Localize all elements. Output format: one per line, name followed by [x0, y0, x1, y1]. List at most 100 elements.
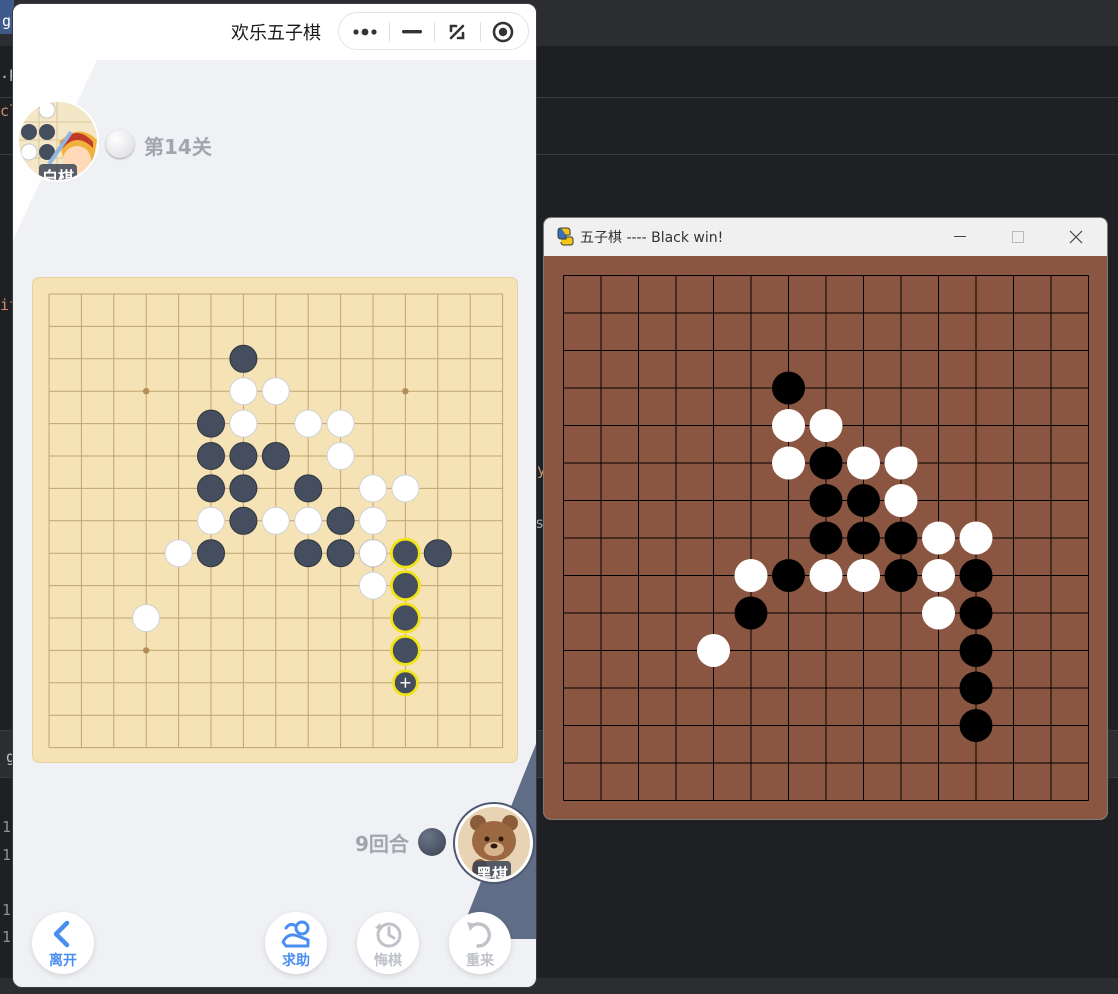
black-stone	[809, 484, 843, 517]
black-stone	[772, 559, 805, 592]
black-stone	[959, 671, 993, 705]
pygame-board-canvas[interactable]	[544, 256, 1107, 819]
white-stone	[359, 571, 387, 600]
gomoku-miniprogram-window: 欢乐五子棋 白棋 第14关 9回合 黑棋 离开 求助 悔棋 重来	[13, 4, 536, 987]
star-point	[402, 388, 409, 395]
miniprogram-header: 欢乐五子棋	[13, 4, 536, 60]
white-stone	[809, 409, 843, 442]
undo-icon	[375, 922, 402, 948]
pygame-gomoku-window: 五子棋 ---- Black win!	[544, 218, 1107, 819]
white-stone	[772, 446, 805, 480]
white-stone	[847, 559, 880, 592]
black-stone	[229, 474, 258, 503]
black-stone	[197, 474, 225, 503]
black-stone	[294, 539, 323, 568]
white-stone	[959, 521, 993, 555]
black-stone	[326, 539, 355, 568]
white-stone	[294, 506, 323, 535]
white-stone	[884, 484, 918, 517]
restart-label: 重来	[466, 953, 494, 969]
white-stone	[922, 559, 955, 592]
white-stone	[922, 521, 955, 555]
page-title: 欢乐五子棋	[231, 23, 321, 44]
white-stone	[772, 409, 805, 442]
black-stone	[197, 539, 225, 568]
game-board-frame	[33, 278, 517, 762]
gomoku-board[interactable]	[33, 278, 517, 762]
black-stone	[229, 344, 258, 373]
more-icon[interactable]	[347, 17, 383, 47]
editor-code-fragment: s	[535, 514, 545, 532]
star-point	[143, 647, 150, 654]
maximize-icon[interactable]	[995, 222, 1041, 252]
restart-button[interactable]: 重来	[449, 912, 511, 974]
white-player-label: 白棋	[39, 164, 78, 180]
white-stone	[326, 409, 355, 438]
black-stone	[197, 442, 225, 470]
help-label: 求助	[282, 953, 310, 969]
leave-button[interactable]: 离开	[32, 912, 94, 974]
white-stone	[197, 506, 225, 535]
white-stone	[734, 559, 768, 592]
white-stone	[261, 377, 290, 406]
white-stone	[359, 474, 387, 503]
pygame-snake-icon	[557, 227, 574, 246]
minimize-icon[interactable]	[394, 17, 430, 47]
white-stone	[847, 446, 880, 480]
star-point	[143, 388, 150, 395]
black-stone	[809, 521, 843, 555]
black-stone	[326, 506, 355, 535]
black-stone	[847, 521, 880, 555]
white-stone	[697, 634, 730, 667]
white-stone	[922, 596, 955, 630]
white-stone	[294, 409, 323, 438]
restart-icon	[467, 922, 491, 948]
white-player-avatar: 白棋	[17, 100, 99, 182]
black-stone	[809, 446, 843, 480]
level-label: 第14关	[144, 135, 212, 159]
pygame-gomoku-board[interactable]	[544, 256, 1107, 819]
white-stone	[359, 506, 387, 535]
black-stone	[847, 484, 880, 517]
black-player-avatar: 黑棋	[455, 804, 533, 882]
black-stone	[197, 409, 225, 438]
close-icon[interactable]	[1053, 222, 1099, 252]
black-stone	[959, 709, 993, 742]
help-button[interactable]: 求助	[265, 912, 327, 974]
black-stone	[734, 596, 768, 630]
close-record-icon[interactable]	[485, 17, 521, 47]
minimize-icon[interactable]	[937, 222, 983, 252]
black-player-label: 黑棋	[473, 861, 512, 879]
black-stone	[229, 442, 258, 470]
help-hand-icon	[281, 920, 310, 948]
editor-line-number: 1	[2, 818, 12, 836]
leave-label: 离开	[49, 953, 77, 969]
white-stone	[261, 506, 290, 535]
black-stone	[884, 521, 918, 555]
chevron-left-icon	[53, 920, 70, 948]
capsule-menu	[338, 12, 529, 50]
editor-line-number: 1	[2, 846, 12, 864]
black-stone-indicator	[418, 828, 446, 856]
black-stone	[959, 596, 993, 630]
editor-code-fragment: g	[2, 12, 12, 30]
black-stone	[959, 559, 993, 592]
winning-stone	[389, 634, 421, 666]
white-stone	[391, 474, 420, 503]
white-stone	[229, 377, 258, 406]
black-stone	[294, 474, 323, 503]
winning-stone	[389, 602, 421, 634]
black-stone	[959, 634, 993, 667]
round-counter: 9回合	[355, 832, 409, 856]
restore-icon[interactable]	[439, 17, 475, 47]
white-stone	[229, 409, 258, 438]
undo-button[interactable]: 悔棋	[357, 912, 419, 974]
black-stone	[261, 442, 290, 470]
black-stone	[884, 559, 918, 592]
editor-line-number: 1	[2, 901, 12, 919]
winning-stone	[389, 570, 421, 602]
black-stone	[423, 539, 452, 568]
editor-line-number: 1	[2, 928, 12, 946]
window-title: 五子棋 ---- Black win!	[580, 230, 724, 246]
white-stone	[359, 539, 387, 568]
